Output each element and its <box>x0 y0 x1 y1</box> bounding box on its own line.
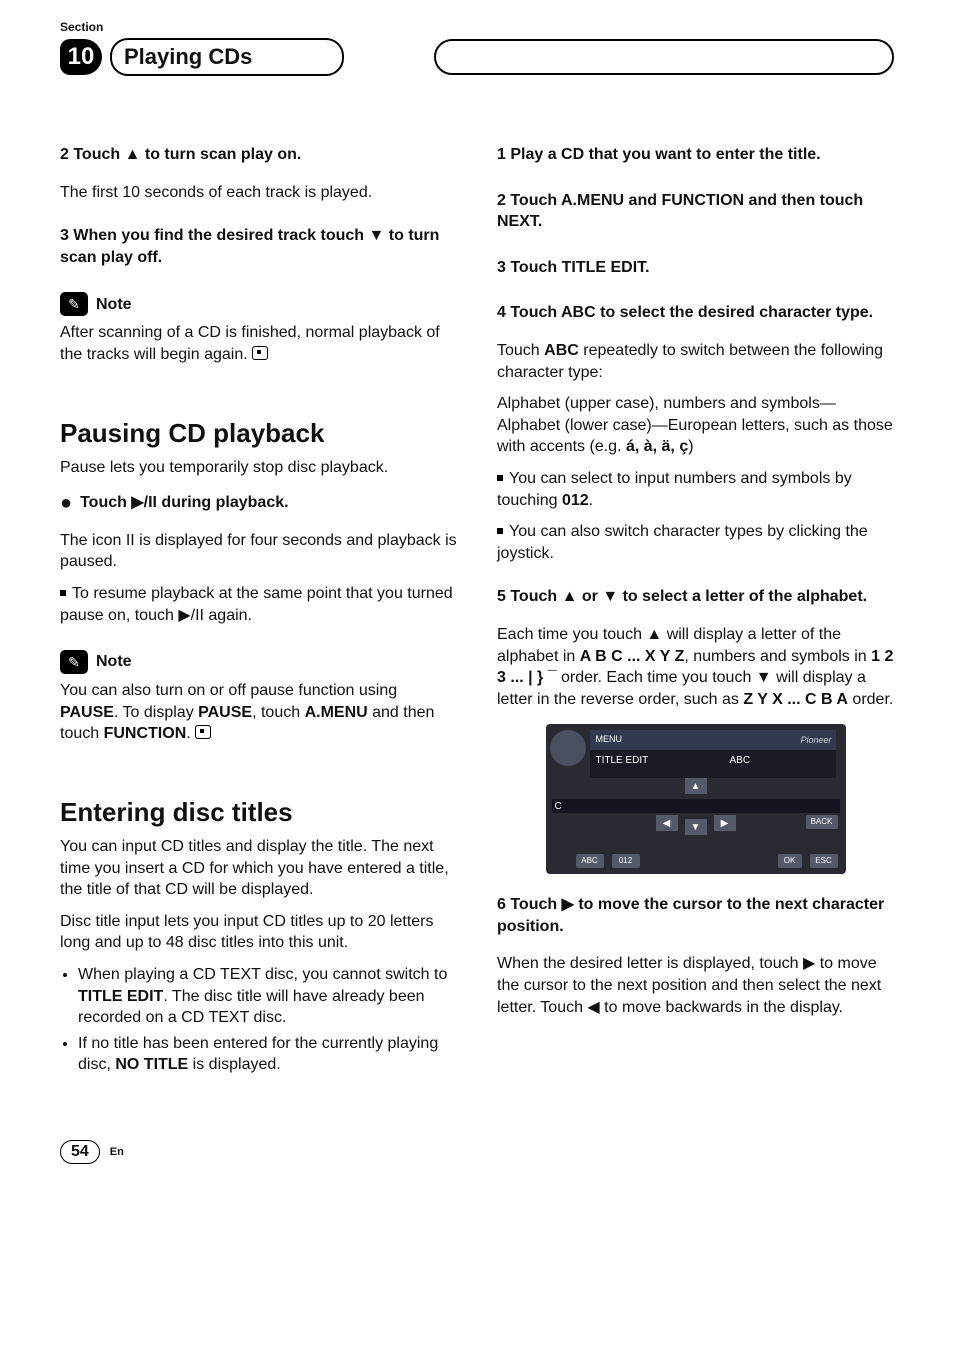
device-title-bar: TITLE EDIT ABC <box>590 750 836 778</box>
note-2-body: You can also turn on or off pause functi… <box>60 680 457 745</box>
r-step-5-b: , numbers and symbols in <box>684 648 871 665</box>
r-step-5-d: order. <box>848 691 893 708</box>
r-step-4-sq1-a: You can select to input numbers and symb… <box>497 470 852 509</box>
chapter-title: Playing CDs <box>110 38 344 76</box>
step-2-heading: 2 Touch ▲ to turn scan play on. <box>60 144 457 166</box>
note-1-text: After scanning of a CD is finished, norm… <box>60 324 440 363</box>
titles-heading: Entering disc titles <box>60 795 457 830</box>
r-step-5-bold1: A B C ... X Y Z <box>580 648 685 665</box>
r-step-5: 5 Touch ▲ or ▼ to select a letter of the… <box>497 586 894 608</box>
titles-bullet-2: If no title has been entered for the cur… <box>78 1033 457 1076</box>
device-logo-icon <box>550 730 586 766</box>
device-abc-label: ABC <box>730 754 751 768</box>
titles-bullet-2b: is displayed. <box>188 1056 281 1073</box>
r-step-4-sq2-text: You can also switch character types by c… <box>497 523 868 562</box>
titles-body-2: Disc title input lets you input CD title… <box>60 911 457 954</box>
titles-body: You can input CD titles and display the … <box>60 836 457 901</box>
device-up-arrow-icon <box>685 778 707 794</box>
r-step-2: 2 Touch A.MENU and FUNCTION and then tou… <box>497 190 894 233</box>
device-012-button: 012 <box>612 854 640 868</box>
end-of-section-icon <box>195 725 211 739</box>
note-1-label: Note <box>96 294 132 316</box>
r-step-4-sq1-b: . <box>589 492 593 509</box>
pencil-icon: ✎ <box>60 650 88 674</box>
note-2-text-1: You can also turn on or off pause functi… <box>60 682 397 699</box>
chapter-header-blank <box>434 39 894 75</box>
pausing-heading: Pausing CD playback <box>60 416 457 451</box>
note-2-pause: PAUSE <box>60 704 114 721</box>
r-step-5-bold3: Z Y X ... C B A <box>743 691 848 708</box>
step-3-heading: 3 When you find the desired track touch … <box>60 225 457 268</box>
r-step-3: 3 Touch TITLE EDIT. <box>497 257 894 279</box>
device-right-arrow-icon <box>714 815 736 831</box>
page-footer: 54 En <box>60 1140 894 1164</box>
device-screenshot: MENU TITLE EDIT ABC Pioneer C BACK ABC 0… <box>546 724 846 874</box>
pencil-icon: ✎ <box>60 292 88 316</box>
section-label: Section <box>60 20 894 34</box>
device-brand: Pioneer <box>800 734 831 746</box>
right-column: 1 Play a CD that you want to enter the t… <box>497 126 894 1080</box>
r-step-4-abc: ABC <box>544 342 579 359</box>
note-2-row: ✎ Note <box>60 650 457 674</box>
r-step-4-body-a: Touch <box>497 342 544 359</box>
note-2-text-2: . To display <box>114 704 198 721</box>
square-bullet-icon <box>497 475 503 481</box>
note-2-text-3: , touch <box>252 704 304 721</box>
note-1-row: ✎ Note <box>60 292 457 316</box>
note-1-body: After scanning of a CD is finished, norm… <box>60 322 457 365</box>
pausing-step-body: The icon II is displayed for four second… <box>60 530 457 573</box>
r-step-4-sq1: You can select to input numbers and symb… <box>497 468 894 511</box>
device-back-button: BACK <box>806 815 838 829</box>
titles-bullet-1: When playing a CD TEXT disc, you cannot … <box>78 964 457 1029</box>
device-input-bar <box>552 799 840 813</box>
device-down-arrow-icon <box>685 819 707 835</box>
r-step-4-body2-text: Alphabet (upper case), numbers and symbo… <box>497 395 893 455</box>
r-step-4: 4 Touch ABC to select the desired charac… <box>497 302 894 324</box>
note-2-label: Note <box>96 651 132 673</box>
device-left-arrow-icon <box>656 815 678 831</box>
pausing-body: Pause lets you temporarily stop disc pla… <box>60 457 457 479</box>
pausing-step-heading: ● Touch ▶/II during playback. <box>60 492 457 514</box>
pausing-step-heading-text: Touch ▶/II during playback. <box>80 494 288 511</box>
r-step-4-accents: á, à, ä, ç <box>626 438 688 455</box>
titles-bullets: When playing a CD TEXT disc, you cannot … <box>78 964 457 1076</box>
note-2-function: FUNCTION <box>104 725 187 742</box>
device-abc-button: ABC <box>576 854 604 868</box>
device-title-edit: TITLE EDIT <box>596 755 649 766</box>
page-language: En <box>110 1146 124 1158</box>
note-2-text-5: . <box>186 725 190 742</box>
r-step-4-sq1-bold: 012 <box>562 492 589 509</box>
r-step-6: 6 Touch ▶ to move the cursor to the next… <box>497 894 894 937</box>
pausing-resume-text: To resume playback at the same point tha… <box>60 585 453 624</box>
note-2-amenu: A.MENU <box>305 704 368 721</box>
chapter-header: 10 Playing CDs <box>60 38 894 76</box>
titles-bullet-1-bold: TITLE EDIT <box>78 988 163 1005</box>
square-bullet-icon <box>497 528 503 534</box>
titles-bullet-1a: When playing a CD TEXT disc, you cannot … <box>78 966 447 983</box>
left-column: 2 Touch ▲ to turn scan play on. The firs… <box>60 126 457 1080</box>
section-number-badge: 10 <box>60 39 102 75</box>
pausing-resume: To resume playback at the same point tha… <box>60 583 457 626</box>
device-current-letter: C <box>552 799 565 815</box>
page-number: 54 <box>60 1140 100 1164</box>
end-of-section-icon <box>252 346 268 360</box>
titles-bullet-2-bold: NO TITLE <box>115 1056 188 1073</box>
r-step-4-body: Touch ABC repeatedly to switch between t… <box>497 340 894 383</box>
square-bullet-icon <box>60 590 66 596</box>
note-2-pause-2: PAUSE <box>198 704 252 721</box>
r-step-4-sq2: You can also switch character types by c… <box>497 521 894 564</box>
r-step-4-body2-close: ) <box>688 438 693 455</box>
r-step-4-body2: Alphabet (upper case), numbers and symbo… <box>497 393 894 458</box>
step-2-body: The first 10 seconds of each track is pl… <box>60 182 457 204</box>
r-step-6-body: When the desired letter is displayed, to… <box>497 953 894 1018</box>
r-step-1: 1 Play a CD that you want to enter the t… <box>497 144 894 166</box>
device-ok-button: OK <box>778 854 802 868</box>
r-step-5-body: Each time you touch ▲ will display a let… <box>497 624 894 710</box>
device-esc-button: ESC <box>810 854 838 868</box>
bullet-icon: ● <box>60 492 72 514</box>
